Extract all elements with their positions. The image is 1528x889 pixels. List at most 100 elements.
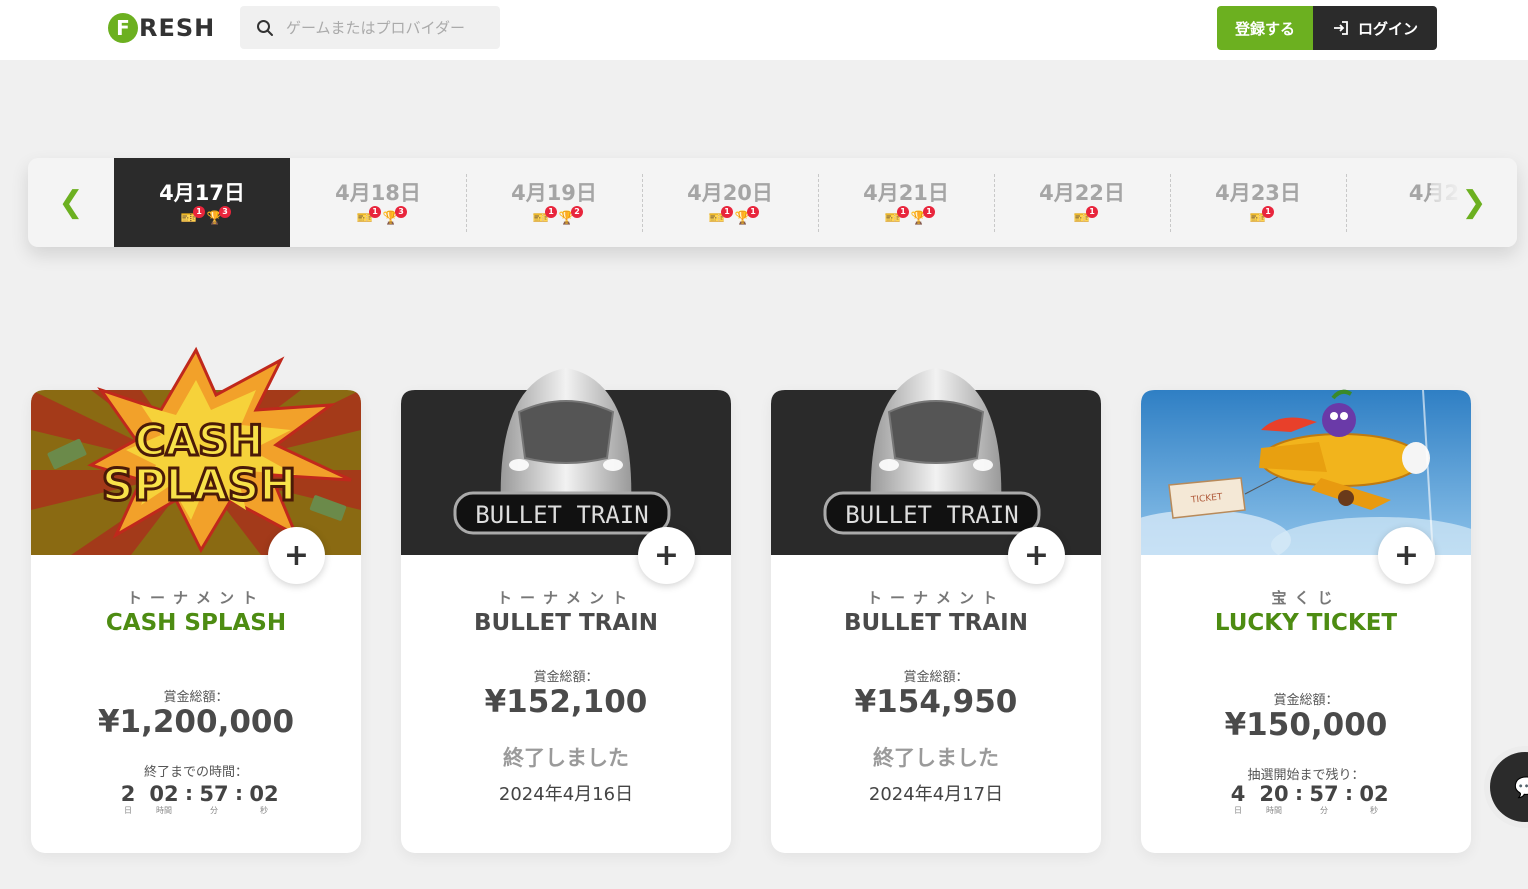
card-kind: トーナメント: [496, 589, 635, 607]
ticket-count-badge: 1: [1086, 205, 1098, 218]
prize-amount: ¥152,100: [484, 684, 648, 720]
prize-amount: ¥1,200,000: [97, 704, 295, 740]
status-text: 終了しました: [873, 746, 999, 770]
timer-label: 抽選開始まで残り：: [1247, 768, 1365, 783]
search-input[interactable]: [286, 18, 486, 37]
trophy-count-badge: 3: [219, 205, 231, 218]
timer-days-unit: 日: [1234, 806, 1242, 815]
login-button[interactable]: ログイン: [1313, 6, 1437, 50]
chat-icon: 💬: [1514, 775, 1528, 799]
chevron-right-icon: ❯: [1461, 185, 1487, 220]
ticket-count-badge: 1: [545, 205, 557, 218]
timer-hours: 02: [149, 782, 179, 806]
timer-seconds: 02: [249, 782, 279, 806]
add-button[interactable]: +: [638, 527, 695, 584]
date-tab[interactable]: 4月21日 🎫 1 🏆 1: [818, 158, 994, 247]
chevron-left-icon: ❮: [58, 185, 84, 220]
card-title: BULLET TRAIN: [844, 610, 1028, 636]
ticket-count-badge: 1: [369, 205, 381, 218]
card-title: BULLET TRAIN: [474, 610, 658, 636]
prev-date-button[interactable]: ❮: [28, 158, 114, 247]
trophy-icon: 🏆 2: [558, 205, 583, 226]
promo-card[interactable]: CASH SPLASH + トーナメント CASH SPLASH 賞金総額： ¥…: [31, 346, 361, 853]
timer-days: 2: [120, 782, 136, 806]
date-label: 4月23日: [1215, 180, 1301, 205]
date-tab[interactable]: 4月18日 🎫 1 🏆 3: [290, 158, 466, 247]
chat-button[interactable]: 💬: [1490, 752, 1528, 822]
ticket-count-badge: 1: [721, 205, 733, 218]
card-title: CASH SPLASH: [105, 610, 287, 636]
ticket-count-badge: 1: [897, 205, 909, 218]
bullet-train-logo-text: BULLET TRAIN: [845, 501, 1018, 529]
ticket-count-badge: 1: [193, 205, 205, 218]
site-header: F RESH 登録する ログイン: [0, 0, 1528, 60]
trophy-count-badge: 2: [571, 205, 583, 218]
countdown-timer: 4日 20 時間 : 57 分 : 02 秒: [1230, 781, 1389, 815]
timer-hours-unit: 時間: [1266, 806, 1282, 815]
trophy-icon: 🏆 3: [382, 205, 407, 226]
card-image-bullet-train: BULLET TRAIN: [771, 368, 1101, 555]
end-date: 2024年4月17日: [868, 784, 1004, 805]
date-tab[interactable]: 4月20日 🎫 1 🏆 1: [642, 158, 818, 247]
date-label: 4月21日: [863, 180, 949, 205]
ticket-icon: 🎫 1: [180, 205, 205, 226]
promo-card[interactable]: TICKET + 宝くじ LUCKY TICKET 賞金総額： ¥150,000…: [1141, 389, 1471, 853]
timer-seconds: 02: [1359, 782, 1389, 806]
card-title: LUCKY TICKET: [1214, 610, 1398, 636]
ticket-icon: 🎫 1: [1073, 205, 1098, 226]
countdown-timer: 2日 02 時間 : 57 分 : 02 秒: [120, 781, 279, 815]
search-box[interactable]: [240, 6, 500, 49]
timer-minutes-unit: 分: [210, 806, 218, 815]
ticket-count-badge: 1: [1262, 205, 1274, 218]
card-kind: トーナメント: [126, 589, 265, 607]
add-button[interactable]: +: [1008, 527, 1065, 584]
promo-card[interactable]: BULLET TRAIN + トーナメント BULLET TRAIN 賞金総額：…: [771, 368, 1101, 853]
bullet-train-logo-text: BULLET TRAIN: [475, 501, 648, 529]
date-label: 4月22日: [1039, 180, 1125, 205]
date-label: 4月19日: [511, 180, 597, 205]
prize-label: 賞金総額：: [1273, 693, 1339, 708]
prize-label: 賞金総額：: [903, 670, 969, 685]
add-button[interactable]: +: [268, 527, 325, 584]
date-tab[interactable]: 4月23日 🎫 1: [1170, 158, 1346, 247]
card-image-lucky-ticket: TICKET: [1141, 389, 1471, 556]
register-button[interactable]: 登録する: [1217, 6, 1313, 50]
prize-label: 賞金総額：: [533, 670, 599, 685]
trophy-icon: 🏆 1: [910, 205, 935, 226]
timer-seconds-unit: 秒: [260, 806, 268, 815]
timer-minutes-unit: 分: [1320, 806, 1328, 815]
logo-text: RESH: [139, 14, 216, 42]
cash-splash-logo-word: SPLASH: [102, 460, 297, 511]
card-image-bullet-train: BULLET TRAIN: [401, 368, 731, 555]
date-tab[interactable]: 4月22日 🎫 1: [994, 158, 1170, 247]
timer-days-unit: 日: [124, 806, 132, 815]
login-label: ログイン: [1357, 19, 1418, 38]
trophy-icon: 🏆 3: [206, 205, 231, 226]
card-kind: 宝くじ: [1271, 589, 1341, 607]
prize-label: 賞金総額：: [163, 690, 229, 705]
trophy-count-badge: 1: [923, 205, 935, 218]
timer-label: 終了までの時間：: [143, 765, 248, 780]
timer-minutes: 57: [199, 782, 229, 806]
trophy-count-badge: 3: [395, 205, 407, 218]
cash-splash-logo-word: CASH: [135, 416, 264, 465]
ticket-icon: 🎫 1: [884, 205, 909, 226]
search-icon: [257, 19, 273, 36]
next-date-button[interactable]: ❯: [1431, 158, 1517, 247]
date-label: 4月17日: [159, 180, 245, 205]
timer-days: 4: [1230, 782, 1246, 806]
date-tab[interactable]: 4月17日 🎫 1 🏆 3: [114, 158, 290, 247]
promo-card[interactable]: BULLET TRAIN + トーナメント BULLET TRAIN 賞金総額：…: [401, 368, 731, 853]
timer-seconds-unit: 秒: [1370, 806, 1378, 815]
date-carousel: ❮ 4月17日 🎫 1 🏆 3 4月18日 🎫 1 🏆 3 4月19日 🎫 1 🏆 2 4月…: [28, 158, 1517, 247]
date-tab[interactable]: 4月19日 🎫 1 🏆 2: [466, 158, 642, 247]
add-button[interactable]: +: [1378, 527, 1435, 584]
end-date: 2024年4月16日: [498, 784, 634, 805]
timer-hours-unit: 時間: [156, 806, 172, 815]
logo[interactable]: F RESH: [108, 12, 215, 44]
date-label: 4月18日: [335, 180, 421, 205]
login-icon: [1333, 21, 1348, 35]
trophy-count-badge: 1: [747, 205, 759, 218]
trophy-icon: 🏆 1: [734, 205, 759, 226]
ticket-icon: 🎫 1: [1249, 205, 1274, 226]
